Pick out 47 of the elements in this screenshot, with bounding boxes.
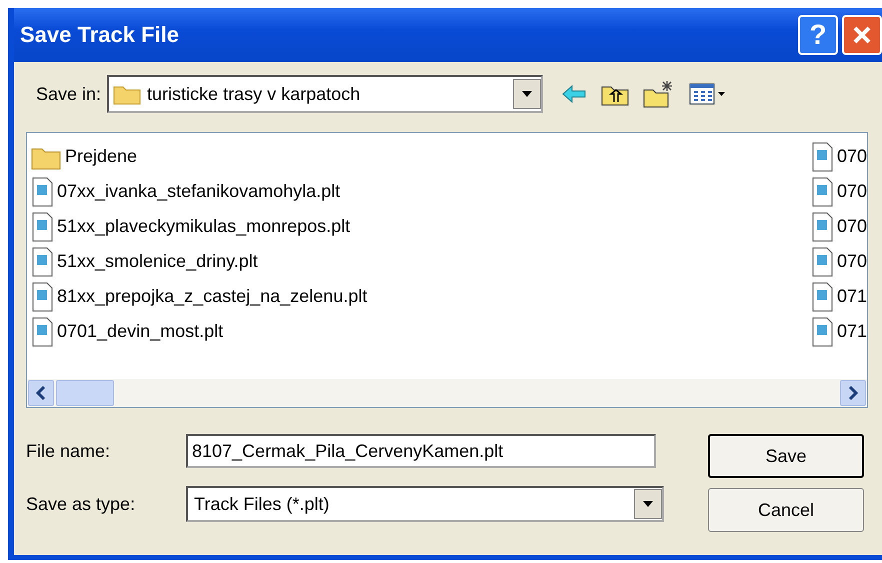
back-arrow-icon[interactable]	[561, 84, 588, 104]
file-item[interactable]: 0701_devin_most.plt	[31, 314, 811, 349]
scroll-left-button[interactable]	[28, 380, 54, 406]
caret-icon	[521, 90, 534, 98]
window-title: Save Track File	[20, 22, 179, 48]
horizontal-scrollbar[interactable]	[27, 379, 867, 407]
file-item[interactable]: 51xx_plaveckymikulas_monrepos.plt	[31, 209, 811, 244]
save-in-label: Save in:	[36, 84, 102, 104]
scroll-thumb[interactable]	[56, 380, 114, 406]
save-as-type-label: Save as type:	[26, 494, 136, 514]
chevron-left-icon	[35, 386, 47, 400]
save-as-type-dropdown[interactable]: Track Files (*.plt)	[186, 486, 664, 522]
help-button[interactable]: ?	[798, 15, 838, 55]
file-item[interactable]: 07xx_ivanka_stefanikovamohyla.plt	[31, 174, 811, 209]
file-item[interactable]: 071	[811, 314, 867, 349]
file-item[interactable]: 070	[811, 244, 867, 279]
scroll-right-button[interactable]	[840, 380, 866, 406]
file-item[interactable]: 071	[811, 279, 867, 314]
file-icon	[31, 316, 53, 346]
file-icon	[811, 316, 833, 346]
file-icon	[811, 246, 833, 276]
file-name-label: File name:	[26, 440, 112, 462]
file-icon	[811, 142, 833, 172]
chevron-right-icon	[847, 386, 859, 400]
file-icon	[31, 282, 53, 312]
close-icon	[851, 24, 873, 46]
file-icon	[31, 212, 53, 242]
file-icon	[811, 282, 833, 312]
file-item[interactable]: 070	[811, 174, 867, 209]
save-button[interactable]: Save	[708, 434, 864, 478]
file-item[interactable]: 070	[811, 139, 867, 174]
file-icon	[811, 176, 833, 206]
file-item[interactable]: 51xx_smolenice_driny.plt	[31, 244, 811, 279]
file-name-field[interactable]: 8107_Cermak_Pila_CervenyKamen.plt	[186, 434, 656, 468]
file-item[interactable]: Prejdene	[31, 139, 811, 174]
close-button[interactable]	[842, 15, 882, 55]
caret-icon	[642, 500, 654, 508]
file-icon	[31, 176, 53, 206]
dropdown-button[interactable]	[634, 489, 662, 519]
view-menu-icon[interactable]	[689, 82, 728, 106]
cancel-button[interactable]: Cancel	[708, 488, 864, 532]
file-icon	[811, 212, 833, 242]
file-item[interactable]: 81xx_prepojka_z_castej_na_zelenu.plt	[31, 279, 811, 314]
save-in-dropdown[interactable]: turisticke trasy v karpatoch	[107, 75, 544, 113]
dropdown-button[interactable]	[513, 79, 542, 109]
file-icon	[31, 246, 53, 276]
file-item[interactable]: 070	[811, 209, 867, 244]
